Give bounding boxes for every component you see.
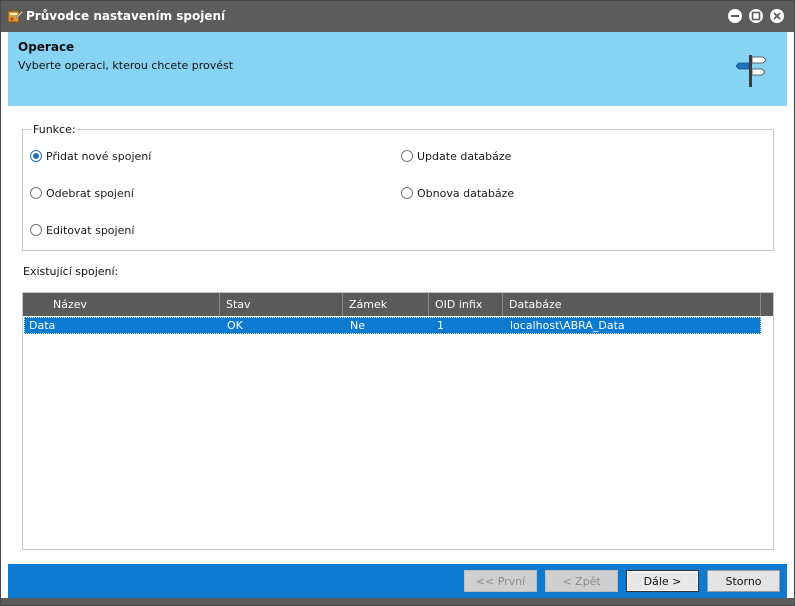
cell-lock: Ne [350, 319, 365, 332]
radio-unchecked-icon [401, 187, 413, 199]
radio-unchecked-icon [30, 187, 42, 199]
cancel-button[interactable]: Storno [707, 570, 780, 592]
title-bar[interactable]: Průvodce nastavením spojení [1, 1, 794, 32]
radio-label: Update databáze [417, 149, 512, 163]
minimize-icon[interactable] [728, 9, 742, 23]
close-icon[interactable] [770, 9, 784, 23]
cell-name: Data [29, 319, 56, 332]
radio-unchecked-icon [401, 150, 413, 162]
cell-state: OK [227, 319, 243, 332]
connections-grid[interactable]: Název Stav Zámek OID infix Databáze Data… [22, 292, 774, 550]
wizard-footer: << První < Zpět Dále > Storno [8, 564, 787, 598]
radio-edit-connection[interactable]: Editovat spojení [30, 222, 134, 238]
wizard-header: Operace Vyberte operaci, kterou chcete p… [8, 32, 787, 106]
wizard-app-icon [7, 8, 24, 24]
radio-add-connection[interactable]: Přidat nové spojení [30, 148, 151, 164]
cell-database: localhost\ABRA_Data [510, 319, 625, 332]
radio-label: Editovat spojení [46, 223, 135, 237]
column-header-oid-infix[interactable]: OID infix [429, 293, 503, 316]
radio-label: Odebrat spojení [46, 186, 134, 200]
back-button[interactable]: < Zpět [545, 570, 618, 592]
window-bottom-border [1, 598, 794, 605]
wizard-body: Funkce: Přidat nové spojení Odebrat spoj… [8, 106, 787, 564]
radio-update-database[interactable]: Update databáze [401, 148, 511, 164]
existing-connections-label: Existující spojení: [23, 265, 119, 278]
column-header-lock[interactable]: Zámek [343, 293, 429, 316]
radio-unchecked-icon [30, 224, 42, 236]
first-button[interactable]: << První [464, 570, 537, 592]
radio-remove-connection[interactable]: Odebrat spojení [30, 185, 134, 201]
radio-restore-database[interactable]: Obnova databáze [401, 185, 514, 201]
radio-label: Obnova databáze [417, 186, 515, 200]
grid-header: Název Stav Zámek OID infix Databáze [23, 293, 773, 316]
cell-oid-infix: 1 [437, 319, 444, 332]
maximize-icon[interactable] [749, 9, 763, 23]
functions-group: Funkce: Přidat nové spojení Odebrat spoj… [22, 123, 774, 251]
next-button[interactable]: Dále > [626, 570, 699, 592]
table-row[interactable]: Data OK Ne 1 localhost\ABRA_Data [24, 317, 761, 334]
column-header-database[interactable]: Databáze [503, 293, 761, 316]
column-header-name[interactable]: Název [23, 293, 220, 316]
radio-label: Přidat nové spojení [46, 149, 152, 163]
signpost-icon [735, 53, 768, 89]
radio-checked-icon [30, 150, 42, 162]
column-header-state[interactable]: Stav [220, 293, 343, 316]
functions-legend: Funkce: [31, 123, 78, 136]
wizard-window: Průvodce nastavením spojení Operace Vybe… [0, 0, 795, 606]
page-title: Operace [18, 40, 75, 54]
window-title: Průvodce nastavením spojení [26, 9, 226, 23]
page-subtitle: Vyberte operaci, kterou chcete provést [18, 59, 234, 72]
